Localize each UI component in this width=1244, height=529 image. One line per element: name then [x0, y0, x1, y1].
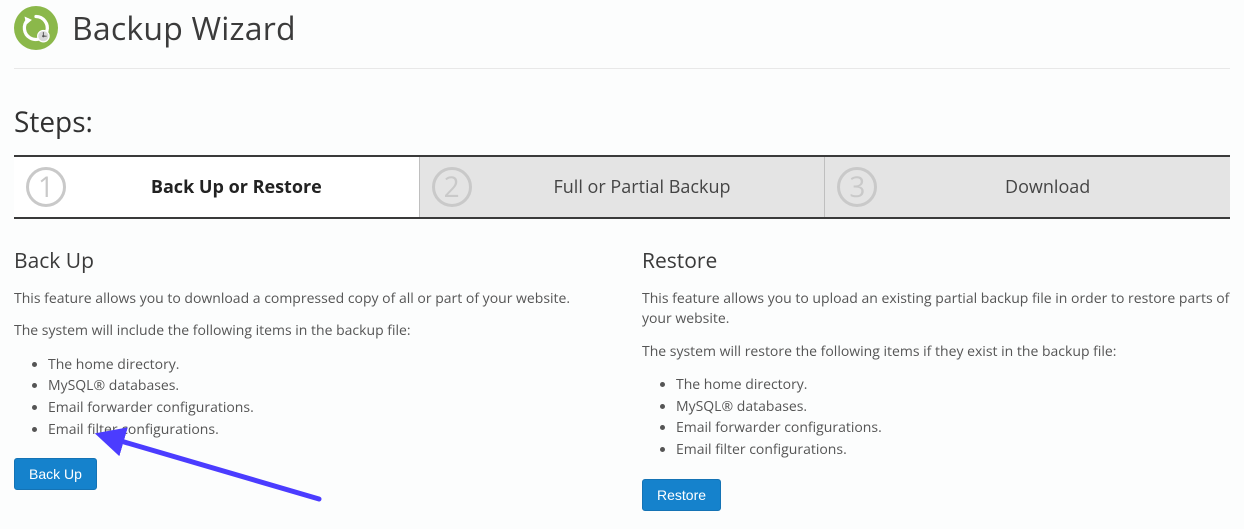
backup-wizard-icon	[14, 6, 58, 50]
backup-desc: This feature allows you to download a co…	[14, 289, 602, 309]
steps-heading: Steps:	[14, 103, 1230, 141]
list-item: MySQL® databases.	[48, 375, 602, 397]
step-tab-3[interactable]: 3 Download	[825, 157, 1230, 217]
restore-heading: Restore	[642, 247, 1230, 275]
step-number-3: 3	[837, 167, 877, 207]
list-item: Email forwarder configurations.	[48, 397, 602, 419]
list-item: The home directory.	[676, 374, 1230, 396]
list-item: Email forwarder configurations.	[676, 417, 1230, 439]
restore-button[interactable]: Restore	[642, 479, 721, 511]
list-item: MySQL® databases.	[676, 396, 1230, 418]
step-label-1: Back Up or Restore	[66, 175, 407, 199]
list-item: Email filter configurations.	[676, 439, 1230, 461]
restore-desc: This feature allows you to upload an exi…	[642, 289, 1230, 330]
step-number-1: 1	[26, 167, 66, 207]
backup-list: The home directory. MySQL® databases. Em…	[14, 354, 602, 441]
restore-column: Restore This feature allows you to uploa…	[642, 247, 1230, 511]
step-label-3: Download	[877, 175, 1218, 199]
step-tab-2[interactable]: 2 Full or Partial Backup	[420, 157, 826, 217]
restore-list: The home directory. MySQL® databases. Em…	[642, 374, 1230, 461]
backup-heading: Back Up	[14, 247, 602, 275]
content-columns: Back Up This feature allows you to downl…	[14, 247, 1230, 511]
restore-list-intro: The system will restore the following it…	[642, 342, 1230, 362]
step-label-2: Full or Partial Backup	[472, 175, 813, 199]
page-title: Backup Wizard	[72, 7, 296, 50]
list-item: The home directory.	[48, 354, 602, 376]
list-item: Email filter configurations.	[48, 419, 602, 441]
step-number-2: 2	[432, 167, 472, 207]
page-header: Backup Wizard	[14, 0, 1230, 69]
backup-button[interactable]: Back Up	[14, 458, 97, 490]
backup-list-intro: The system will include the following it…	[14, 321, 602, 341]
step-tab-1[interactable]: 1 Back Up or Restore	[14, 157, 420, 217]
backup-column: Back Up This feature allows you to downl…	[14, 247, 602, 511]
steps-tabs: 1 Back Up or Restore 2 Full or Partial B…	[14, 155, 1230, 219]
